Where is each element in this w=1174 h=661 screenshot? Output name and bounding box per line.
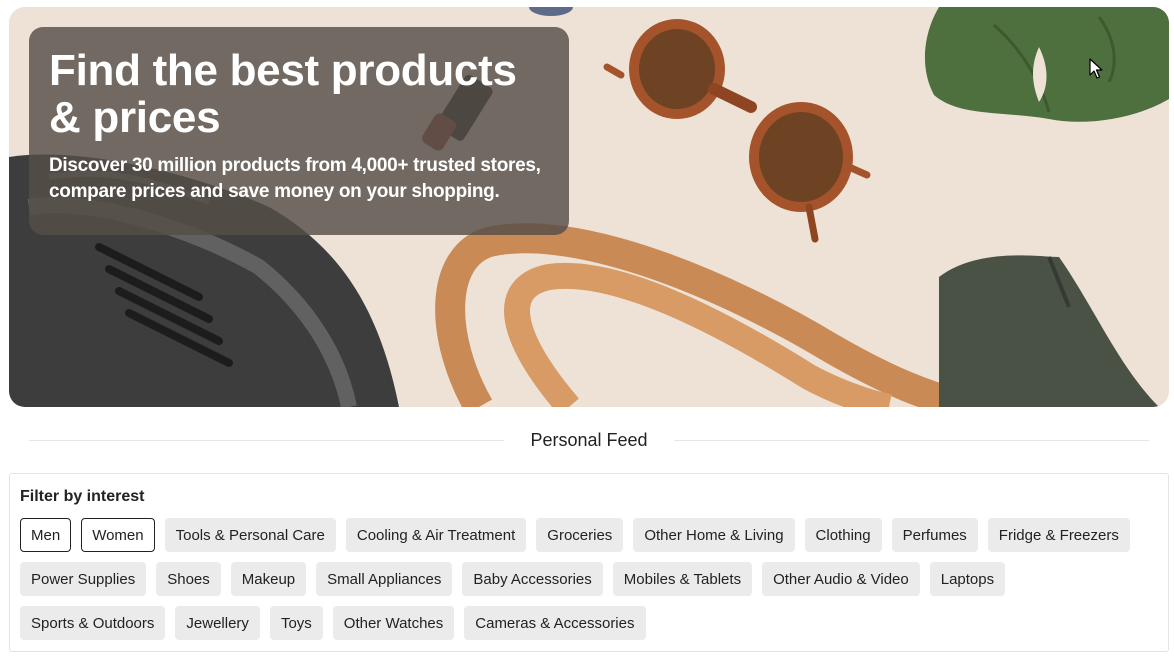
hero-title: Find the best products & prices <box>49 46 517 142</box>
interest-chip-tools-and-personal-care[interactable]: Tools & Personal Care <box>164 518 336 552</box>
interest-chip-toys[interactable]: Toys <box>269 606 323 640</box>
hero-text-card: Find the best products & prices Discover… <box>29 27 569 235</box>
personal-feed-header: Personal Feed <box>29 425 1149 455</box>
interest-chip-women[interactable]: Women <box>81 518 155 552</box>
interest-chip-fridge-and-freezers[interactable]: Fridge & Freezers <box>987 518 1130 552</box>
filter-label: Filter by interest <box>20 488 145 505</box>
interest-chip-groceries[interactable]: Groceries <box>536 518 624 552</box>
interest-chip-men[interactable]: Men <box>20 518 72 552</box>
interest-chip-cooling-and-air-treatment[interactable]: Cooling & Air Treatment <box>345 518 527 552</box>
interest-chip-other-audio-and-video[interactable]: Other Audio & Video <box>762 562 920 596</box>
interest-chip-perfumes[interactable]: Perfumes <box>891 518 978 552</box>
interest-chip-mobiles-and-tablets[interactable]: Mobiles & Tablets <box>612 562 753 596</box>
interest-chip-small-appliances[interactable]: Small Appliances <box>316 562 453 596</box>
interest-chip-power-supplies[interactable]: Power Supplies <box>20 562 147 596</box>
interest-chip-shoes[interactable]: Shoes <box>156 562 221 596</box>
interest-chip-jewellery[interactable]: Jewellery <box>175 606 260 640</box>
interest-chip-baby-accessories[interactable]: Baby Accessories <box>462 562 603 596</box>
interest-filter-panel: Filter by interest Men Women Tools & Perso… <box>9 473 1169 652</box>
divider-right <box>674 440 1149 441</box>
interest-chip-list: Men Women Tools & Personal Care Cooling & A… <box>20 518 1150 640</box>
mouse-cursor-icon <box>1089 58 1103 79</box>
interest-chip-clothing[interactable]: Clothing <box>804 518 882 552</box>
hero-banner: Find the best products & prices Discover… <box>9 7 1169 407</box>
interest-chip-laptops[interactable]: Laptops <box>929 562 1006 596</box>
interest-chip-sports-and-outdoors[interactable]: Sports & Outdoors <box>20 606 166 640</box>
interest-chip-makeup[interactable]: Makeup <box>230 562 307 596</box>
leaf-image <box>924 7 1169 122</box>
interest-chip-other-home-and-living[interactable]: Other Home & Living <box>633 518 795 552</box>
hero-subtitle: Discover 30 million products from 4,000+… <box>49 155 541 202</box>
interest-chip-other-watches[interactable]: Other Watches <box>332 606 455 640</box>
interest-chip-cameras-and-accessories[interactable]: Cameras & Accessories <box>464 606 646 640</box>
